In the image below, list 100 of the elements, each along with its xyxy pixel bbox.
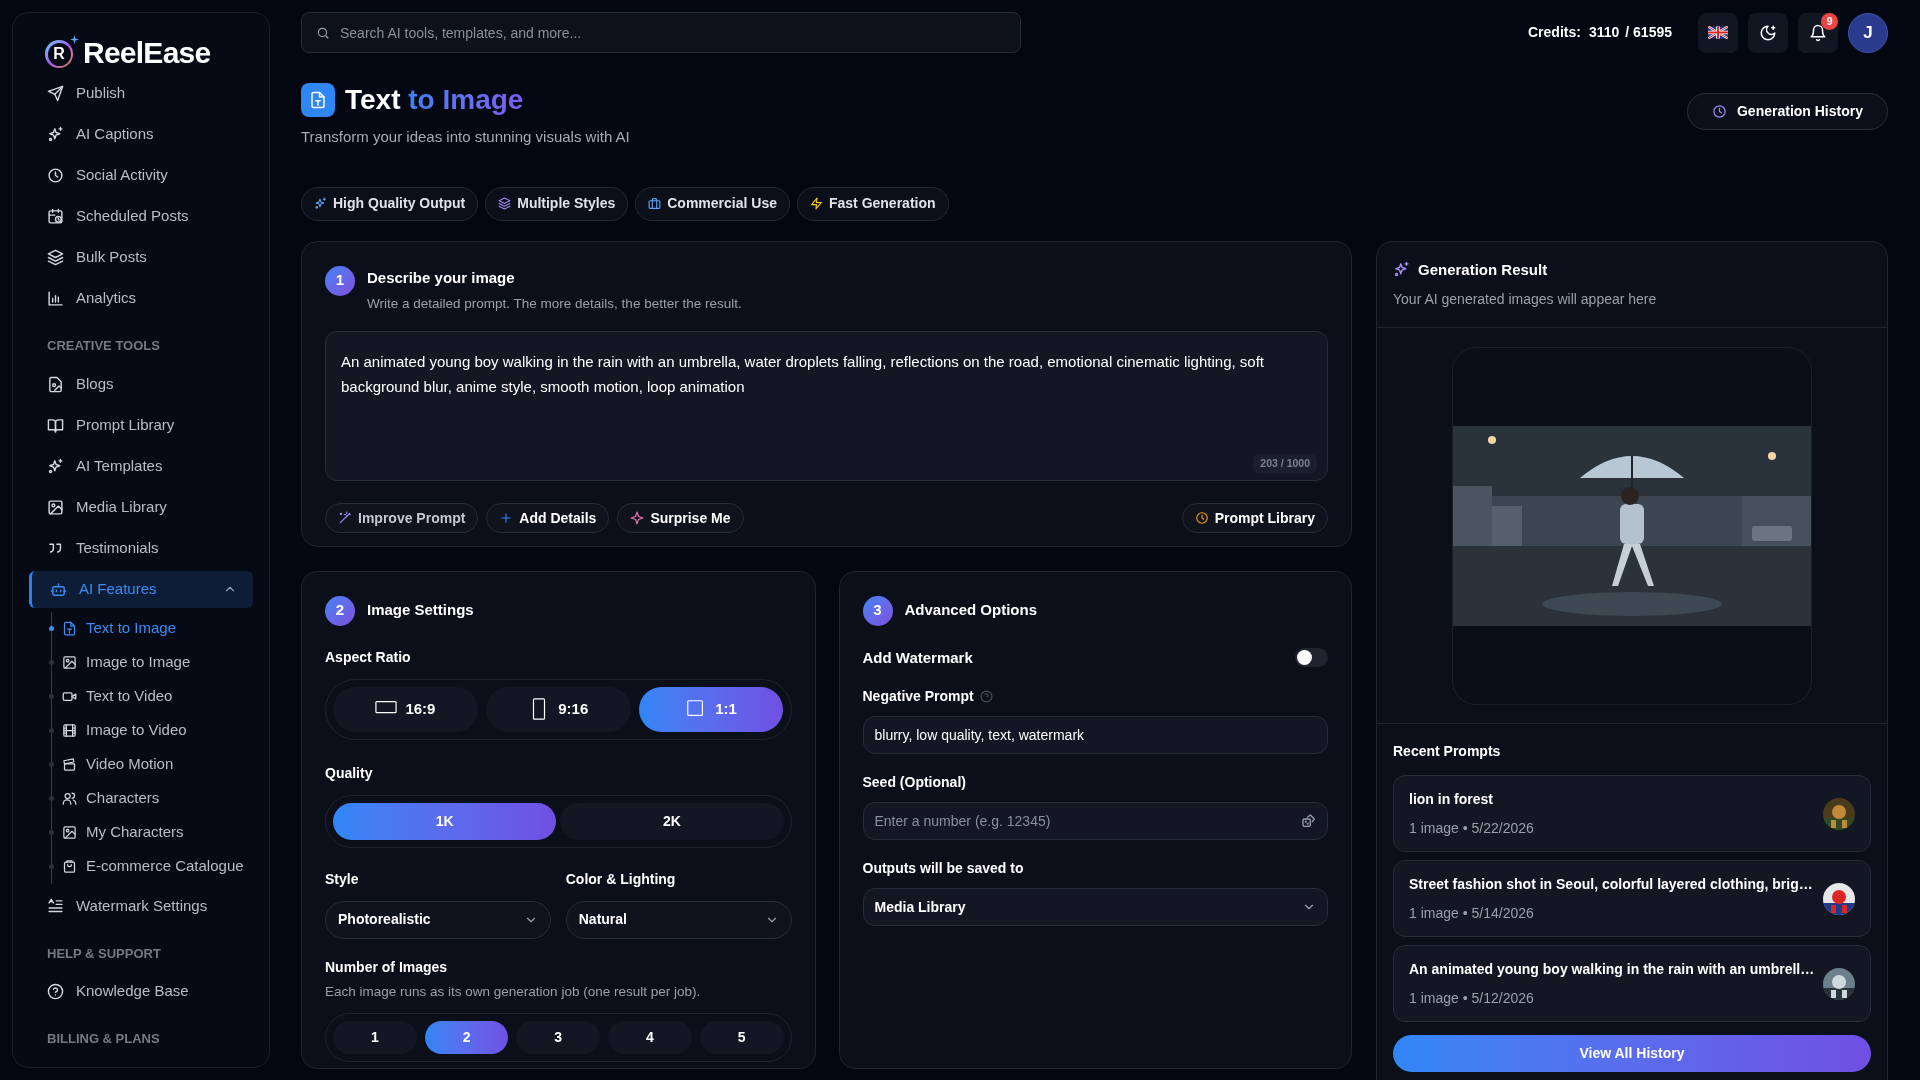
section-title: Recent Prompts bbox=[1393, 742, 1502, 761]
film-icon bbox=[62, 723, 77, 738]
recent-prompt-meta: 1 image • 5/14/2026 bbox=[1409, 903, 1535, 923]
sidebar-subitem[interactable]: Image to Video bbox=[62, 713, 187, 748]
sidebar-subitem[interactable]: Text to Image bbox=[62, 611, 177, 646]
recent-prompt-meta: 1 image • 5/22/2026 bbox=[1409, 818, 1535, 838]
prompt-library-button[interactable]: Prompt Library bbox=[1181, 503, 1328, 534]
image-count-option[interactable]: 4 bbox=[608, 1020, 692, 1054]
field-hint: Each image runs as its own generation job (one result per job). bbox=[325, 982, 702, 1001]
clapperboard-icon bbox=[62, 757, 77, 772]
image-icon bbox=[62, 825, 77, 840]
color-lighting-select[interactable]: Natural bbox=[565, 900, 792, 939]
sidebar-item[interactable]: AI Captions bbox=[29, 116, 253, 153]
panel-title: Generation Result bbox=[1418, 259, 1548, 280]
sidebar-item[interactable]: Analytics bbox=[29, 280, 253, 317]
section-heading: BILLING & PLANS bbox=[46, 1030, 161, 1048]
send-icon bbox=[47, 85, 64, 102]
language-button[interactable] bbox=[1698, 12, 1738, 53]
search-field[interactable]: Search AI tools, templates, and more... bbox=[301, 12, 1021, 53]
users-icon bbox=[62, 791, 77, 806]
document-image-icon bbox=[47, 375, 64, 393]
sidebar-subitem[interactable]: Text to Video bbox=[62, 679, 173, 714]
sidebar-subitem[interactable]: E-commerce Catalogue bbox=[62, 849, 244, 884]
prompt-action-button[interactable]: Add Details bbox=[486, 503, 610, 534]
output-destination-select[interactable]: Media Library bbox=[862, 888, 1328, 926]
avatar[interactable]: J bbox=[1848, 12, 1888, 53]
shopping-bag-icon bbox=[62, 859, 77, 874]
seed-field[interactable]: Enter a number (e.g. 12345) bbox=[862, 802, 1328, 840]
negative-prompt-field[interactable]: blurry, low quality, text, watermark bbox=[862, 716, 1328, 754]
sidebar-item[interactable]: Knowledge Base bbox=[29, 973, 253, 1010]
aspect-ratio-option[interactable]: 1:1 bbox=[638, 686, 784, 732]
sidebar-item[interactable]: Media Library bbox=[29, 488, 253, 526]
sparkle-icon bbox=[70, 35, 79, 44]
recent-prompt-title: An animated young boy walking in the rain with an umbrell… bbox=[1409, 959, 1816, 979]
image-count-option[interactable]: 1 bbox=[333, 1020, 417, 1054]
card-title: Describe your image bbox=[367, 267, 516, 288]
sidebar-item[interactable]: Prompt Library bbox=[29, 406, 253, 444]
field-label: Color & Lighting bbox=[565, 869, 677, 889]
clock-icon bbox=[47, 167, 64, 184]
prompt-action-button[interactable]: Surprise Me bbox=[617, 503, 744, 534]
image-count-option[interactable]: 3 bbox=[516, 1020, 601, 1054]
view-all-history-button[interactable]: View All History bbox=[1393, 1035, 1871, 1072]
image-icon bbox=[62, 655, 77, 670]
section-heading: HELP & SUPPORT bbox=[46, 944, 162, 963]
sidebar-item[interactable]: Watermark Settings bbox=[29, 887, 253, 925]
card-title: Image Settings bbox=[367, 600, 474, 621]
sidebar-item[interactable]: Social Activity bbox=[29, 157, 253, 194]
quality-option[interactable]: 2K bbox=[560, 802, 784, 840]
sidebar-subitem[interactable]: My Characters bbox=[62, 815, 184, 850]
bell-icon bbox=[1809, 23, 1827, 42]
credits-total: / 61595 bbox=[1625, 23, 1672, 42]
step-number: 2 bbox=[325, 595, 355, 626]
section-heading: CREATIVE TOOLS bbox=[46, 337, 161, 355]
image-icon bbox=[47, 498, 64, 516]
recent-prompt-item[interactable]: lion in forest 1 image • 5/22/2026 bbox=[1393, 775, 1871, 852]
briefcase-icon bbox=[648, 197, 662, 210]
prompt-action-button[interactable]: Improve Prompt bbox=[325, 503, 479, 534]
credits-used: 3110 bbox=[1588, 23, 1620, 42]
quality-option[interactable]: 1K bbox=[333, 802, 557, 840]
card-title: Advanced Options bbox=[904, 600, 1038, 621]
random-seed-button[interactable] bbox=[1301, 813, 1317, 829]
watermark-toggle[interactable] bbox=[1295, 648, 1328, 668]
sidebar-item[interactable]: AI Templates bbox=[29, 447, 253, 485]
aspect-ratio-option[interactable]: 9:16 bbox=[485, 686, 631, 732]
image-count-option[interactable]: 5 bbox=[699, 1020, 784, 1054]
sidebar-item[interactable]: Scheduled Posts bbox=[29, 198, 253, 235]
document-icon bbox=[62, 621, 77, 636]
sidebar-subitem[interactable]: Video Motion bbox=[62, 747, 174, 782]
recent-prompt-item[interactable]: An animated young boy walking in the rain with an umbrell… 1 image • 5/12/2026 bbox=[1393, 945, 1871, 1022]
field-label: Outputs will be saved to bbox=[862, 859, 1025, 878]
sparkles-icon bbox=[47, 126, 64, 143]
sparkles-icon bbox=[47, 457, 64, 475]
sparkles-icon bbox=[314, 197, 327, 210]
step-number: 1 bbox=[325, 265, 355, 296]
sidebar-item[interactable]: AI Features bbox=[29, 570, 253, 608]
feature-chip: High Quality Output bbox=[301, 186, 479, 221]
image-count-option[interactable]: 2 bbox=[424, 1020, 509, 1054]
sidebar-subitem[interactable]: Characters bbox=[62, 781, 160, 816]
generation-history-button[interactable]: Generation History bbox=[1686, 93, 1888, 130]
field-label: Style bbox=[325, 869, 360, 889]
sparkle-icon bbox=[630, 511, 645, 526]
style-select[interactable]: Photorealistic bbox=[325, 900, 551, 939]
magic-wand-icon bbox=[338, 511, 352, 526]
page-subtitle: Transform your ideas into stunning visuals with AI bbox=[301, 127, 630, 147]
step-number: 3 bbox=[862, 595, 893, 626]
sparkles-icon bbox=[1393, 261, 1410, 279]
credits-label: Credits: bbox=[1528, 23, 1581, 42]
clock-icon bbox=[1711, 104, 1727, 119]
sidebar-item[interactable]: Blogs bbox=[29, 365, 253, 403]
aspect-ratio-option[interactable]: 16:9 bbox=[333, 686, 478, 732]
sidebar-item[interactable]: Bulk Posts bbox=[29, 239, 253, 276]
text-lines-icon bbox=[47, 897, 64, 915]
notification-badge: 9 bbox=[1821, 12, 1838, 30]
notifications-button[interactable]: 9 bbox=[1798, 12, 1838, 53]
video-camera-icon bbox=[62, 689, 77, 704]
sidebar-subitem[interactable]: Image to Image bbox=[62, 645, 191, 680]
recent-prompt-item[interactable]: Street fashion shot in Seoul, colorful layered clothing, brig… 1 image • 5/14/2026 bbox=[1393, 860, 1871, 937]
theme-button[interactable] bbox=[1748, 12, 1788, 53]
sidebar-item[interactable]: Testimonials bbox=[29, 529, 253, 567]
sidebar-item[interactable]: Publish bbox=[29, 75, 253, 112]
